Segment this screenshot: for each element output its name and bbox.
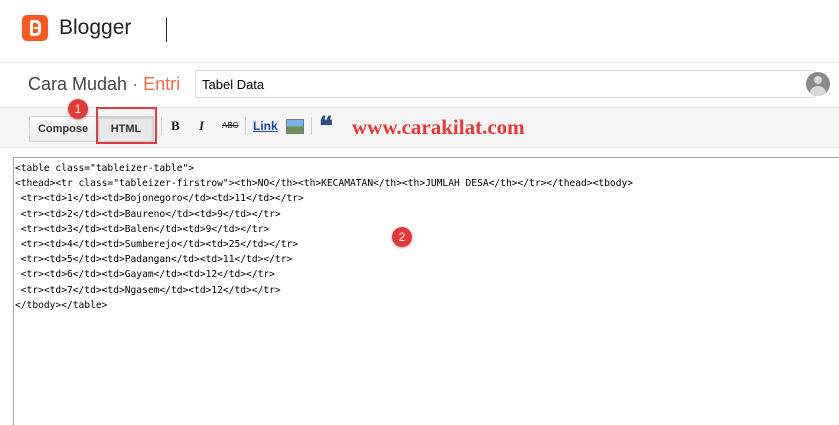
post-title-row: Cara Mudah · Entri — [0, 62, 839, 108]
step-badge-2: 2 — [392, 227, 412, 247]
step-badge-1: 1 — [68, 99, 88, 119]
quote-icon[interactable]: ❝ — [319, 114, 333, 140]
toolbar-separator — [161, 117, 162, 135]
html-button-highlight — [96, 107, 157, 144]
code-line: <table class="tableizer-table"> — [15, 163, 195, 174]
code-line: <tr><td>5</td><td>Padangan</td><td>11</t… — [15, 254, 293, 266]
app-name[interactable]: Blogger — [59, 16, 131, 40]
code-line: <tr><td>2</td><td>Baureno</td><td>9</td>… — [15, 208, 281, 220]
code-line: <tr><td>1</td><td>Bojonegoro</td><td>11<… — [15, 193, 304, 205]
breadcrumb: Cara Mudah · Entri — [28, 74, 180, 95]
toolbar-separator — [245, 117, 246, 135]
code-line: <tr><td>6</td><td>Gayam</td><td>12</td><… — [15, 269, 275, 281]
strikethrough-button[interactable]: ABC — [222, 121, 238, 130]
code-line: <tr><td>4</td><td>Sumberejo</td><td>25</… — [15, 239, 299, 251]
italic-button[interactable]: I — [199, 118, 204, 134]
code-line: <thead><tr class="tableizer-firstrow"><t… — [15, 178, 634, 190]
code-line: <tr><td>3</td><td>Balen</td><td>9</td></… — [15, 223, 270, 235]
app-bar: Blogger — [0, 0, 839, 62]
bold-button[interactable]: B — [171, 118, 180, 134]
html-editor-textarea[interactable]: <table class="tableizer-table"> <thead><… — [13, 157, 839, 425]
blogger-logo-icon[interactable] — [22, 15, 48, 41]
app-bar-divider — [166, 18, 167, 42]
toolbar-separator — [311, 117, 312, 135]
blog-name[interactable]: Cara Mudah — [28, 74, 127, 94]
compose-mode-button[interactable]: Compose — [29, 116, 97, 142]
code-line: <tr><td>7</td><td>Ngasem</td><td>12</td>… — [15, 284, 281, 296]
watermark-text: www.carakilat.com — [352, 115, 525, 139]
insert-image-icon[interactable] — [286, 119, 304, 134]
avatar-icon[interactable] — [806, 72, 830, 96]
link-button[interactable]: Link — [253, 119, 278, 133]
breadcrumb-separator: · — [132, 74, 139, 94]
post-title-input[interactable] — [195, 70, 815, 98]
code-line: </tbody></table> — [15, 299, 108, 311]
breadcrumb-section[interactable]: Entri — [143, 74, 180, 94]
